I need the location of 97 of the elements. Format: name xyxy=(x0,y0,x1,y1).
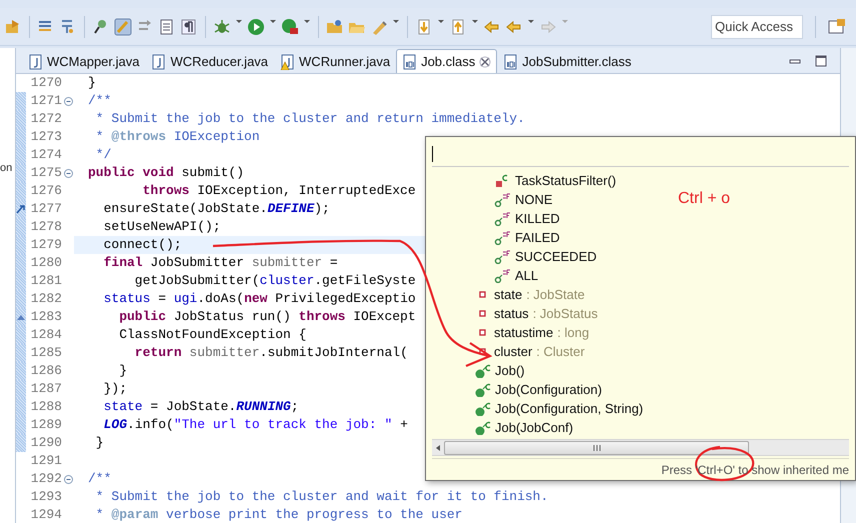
outline-item[interactable]: statustime : long xyxy=(494,322,590,342)
public-constructor-icon xyxy=(474,382,492,396)
arrow-icon[interactable] xyxy=(16,203,26,215)
scrollbar-thumb[interactable] xyxy=(444,440,749,454)
code-line: status = ugi.doAs(new PrivilegedExceptio xyxy=(102,291,416,306)
line-number: 1284 xyxy=(30,326,62,344)
outline-item[interactable]: Job(JobConf) xyxy=(495,418,574,438)
code-line: ClassNotFoundException { xyxy=(118,327,306,342)
line-number: 1283 xyxy=(30,308,62,326)
fold-toggle-icon[interactable] xyxy=(64,96,72,106)
line-number: 1271 xyxy=(30,92,62,110)
code-line: public JobStatus run() throws IOExcept xyxy=(118,309,416,324)
code-line: * @throws IOException xyxy=(94,129,260,144)
line-number: 1273 xyxy=(30,128,62,146)
public-constructor-icon xyxy=(474,402,492,416)
line-number: 1281 xyxy=(30,272,62,290)
play-icon[interactable] xyxy=(247,18,265,36)
bug-icon[interactable] xyxy=(213,18,231,36)
code-line: * Submit the job to the cluster and return immediately. xyxy=(94,111,525,126)
public-constructor-icon xyxy=(474,420,492,434)
constant-field-icon xyxy=(494,230,512,244)
outline-item[interactable]: ALL xyxy=(515,266,538,286)
code-line: }); xyxy=(102,381,128,396)
line-number: 1274 xyxy=(30,146,62,164)
code-line: getJobSubmitter(cluster.getFileSyste xyxy=(134,273,416,288)
quick-access-field[interactable]: Quick Access xyxy=(711,14,803,38)
constant-field-icon xyxy=(494,212,512,226)
line-number: 1279 xyxy=(30,236,62,254)
fold-toggle-icon[interactable] xyxy=(64,168,72,178)
outline-item[interactable]: Job() xyxy=(495,360,525,380)
code-line: } xyxy=(88,75,96,90)
code-line: throws IOException, InterruptedExce xyxy=(142,183,416,198)
code-line: final JobSubmitter submitter = xyxy=(102,255,338,270)
perspective-icon[interactable] xyxy=(828,18,846,36)
line-number: 1272 xyxy=(30,110,62,128)
code-line: * Submit the job to the cluster and wait for it to finish. xyxy=(94,489,548,504)
code-line: connect(); xyxy=(102,237,182,252)
line-number: 1288 xyxy=(30,398,62,416)
code-line: } xyxy=(118,363,128,378)
constant-field-icon xyxy=(494,250,512,264)
line-number: 1275 xyxy=(30,164,62,182)
outline-item[interactable]: status : JobStatus xyxy=(494,304,598,324)
code-line: } xyxy=(94,435,104,450)
line-number: 1276 xyxy=(30,182,62,200)
private-field-icon xyxy=(479,291,486,298)
code-line: * @param verbose print the progress to the user xyxy=(94,507,462,522)
line-number: 1291 xyxy=(30,452,62,470)
code-line: /** xyxy=(88,93,112,108)
public-constructor-icon xyxy=(474,364,492,378)
line-number: 1289 xyxy=(30,416,62,434)
line-number: 1290 xyxy=(30,434,62,452)
paragraph-mark-icon[interactable] xyxy=(180,18,198,36)
outline-item[interactable]: Job(Configuration, String) xyxy=(495,398,644,418)
constant-field-icon xyxy=(494,268,512,282)
line-number: 1280 xyxy=(30,254,62,272)
outline-item[interactable]: FAILED xyxy=(515,228,560,248)
private-field-icon xyxy=(479,348,486,355)
outline-item[interactable]: NONE xyxy=(515,190,553,210)
line-number: 1270 xyxy=(30,74,62,92)
file-icon xyxy=(503,54,518,70)
grip-icon xyxy=(592,444,602,452)
private-field-icon xyxy=(479,310,486,317)
maximize-icon[interactable] xyxy=(814,54,828,68)
private-field-icon xyxy=(479,329,486,336)
outline-item[interactable]: cluster : Cluster xyxy=(494,342,585,362)
code-line: public void submit() xyxy=(88,165,244,180)
code-line: /** xyxy=(88,471,112,486)
code-line: state = JobState.RUNNING; xyxy=(102,399,299,414)
outline-item[interactable]: TaskStatusFilter() xyxy=(515,170,616,190)
code-line: */ xyxy=(94,147,112,162)
file-icon xyxy=(151,54,166,70)
line-number: 1277 xyxy=(30,200,62,218)
code-line: ensureState(JobState.DEFINE); xyxy=(102,201,330,216)
fold-toggle-icon[interactable] xyxy=(64,474,72,484)
code-line: LOG.info("The url to track the job: " + xyxy=(102,417,408,432)
folder-icon[interactable] xyxy=(326,18,344,36)
editor-tab[interactable]: Job.class xyxy=(396,49,498,73)
line-number: 1294 xyxy=(30,506,62,523)
outline-item[interactable]: SUCCEEDED xyxy=(515,246,597,266)
outline-item[interactable]: Job(Configuration) xyxy=(495,380,602,400)
file-icon xyxy=(402,54,418,70)
panel-text-fragment: on xyxy=(0,162,14,174)
code-line: setUseNewAPI(); xyxy=(102,219,221,234)
line-number: 1293 xyxy=(30,488,62,506)
line-number: 1278 xyxy=(30,218,62,236)
line-number: 1292 xyxy=(30,470,62,488)
file-icon xyxy=(28,54,43,70)
line-number: 1287 xyxy=(30,380,62,398)
outline-item[interactable]: KILLED xyxy=(515,208,560,228)
constant-field-icon xyxy=(494,192,512,206)
line-number: 1285 xyxy=(30,344,62,362)
line-number: 1286 xyxy=(30,362,62,380)
annotation-text: Ctrl + o xyxy=(678,189,730,209)
code-line: return submitter.submitJobInternal( xyxy=(134,345,408,360)
close-icon[interactable] xyxy=(479,56,492,68)
line-number: 1282 xyxy=(30,290,62,308)
outline-item[interactable]: state : JobState xyxy=(494,284,585,304)
